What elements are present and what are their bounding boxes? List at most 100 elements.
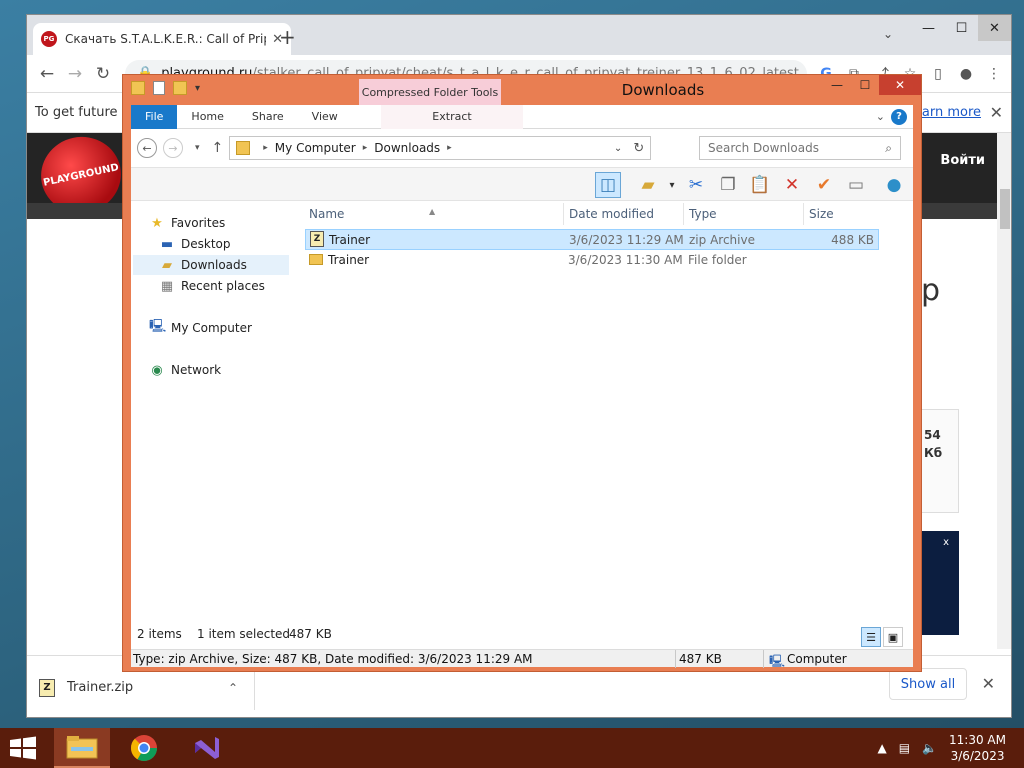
nav-favorites[interactable]: ★ Favorites [149,213,225,233]
up-arrow-icon[interactable]: ↑ [212,140,224,156]
selection-size: 487 KB [289,627,332,641]
nav-my-computer[interactable]: 🖳 My Computer [149,318,252,338]
paste-icon[interactable]: 📋 [747,172,773,198]
properties-folder-icon[interactable]: ▰ [635,172,661,198]
column-headers: ▲ Name Date modified Type Size [301,201,883,227]
minimize-icon[interactable]: — [823,75,851,95]
item-count: 2 items [137,627,182,641]
tab-search-chevron-icon[interactable]: ⌄ [883,27,893,41]
taskbar-visual-studio[interactable] [178,728,234,768]
close-icon[interactable]: ✕ [879,75,921,95]
nav-downloads[interactable]: ▰ Downloads [133,255,289,275]
tray-overflow-icon[interactable]: ▲ [878,741,887,755]
clock-date: 3/6/2023 [950,749,1005,763]
breadcrumb-my-computer[interactable]: My Computer [275,141,356,155]
search-input[interactable] [708,141,886,155]
breadcrumb-separator-icon[interactable]: ▸ [363,143,368,153]
tab-share[interactable]: Share [238,105,298,129]
large-icons-view-icon[interactable]: ▣ [883,627,903,647]
login-link[interactable]: Войти [940,153,985,168]
new-tab-icon[interactable]: + [279,25,296,49]
refresh-icon[interactable]: ↻ [633,141,644,156]
table-row[interactable]: Z Trainer 3/6/2023 11:29 AM zip Archive … [305,229,879,250]
customize-chevron-icon[interactable]: ▾ [195,83,200,94]
address-dropdown-icon[interactable]: ⌄ [614,143,622,154]
copy-icon[interactable]: ❐ [715,172,741,198]
tab-extract[interactable]: Extract [381,104,523,129]
nav-label: My Computer [171,321,252,335]
scroll-thumb[interactable] [1000,189,1010,229]
breadcrumb-separator-icon[interactable]: ▸ [263,143,268,153]
explorer-titlebar[interactable]: ▾ Compressed Folder Tools Downloads — ☐ … [123,75,921,105]
checkmark-icon[interactable]: ✔ [811,172,837,198]
back-icon[interactable]: ← [137,138,157,158]
show-all-button[interactable]: Show all [889,668,967,700]
breadcrumb-downloads[interactable]: Downloads [374,141,440,155]
new-folder-icon[interactable] [173,81,187,95]
preview-pane-icon[interactable]: ◫ [595,172,621,198]
nav-desktop[interactable]: ▬ Desktop [159,234,231,254]
downloads-close-icon[interactable]: ✕ [982,674,995,693]
nav-recent-places[interactable]: ▦ Recent places [159,276,265,296]
explorer-window-controls: — ☐ ✕ [823,75,921,95]
file-type: zip Archive [689,233,755,247]
windows-start-icon[interactable] [8,736,38,760]
help-icon[interactable]: ? [891,108,907,125]
rename-icon[interactable]: ▭ [843,172,869,198]
minimize-icon[interactable]: — [912,15,945,41]
volume-icon[interactable]: 🔈 [922,741,937,755]
search-box[interactable]: ⌕ [699,136,901,160]
explorer-window: ▾ Compressed Folder Tools Downloads — ☐ … [122,74,922,672]
chrome-tab[interactable]: PG Скачать S.T.A.L.K.E.R.: Call of Pripy… [33,23,291,55]
menu-dots-icon[interactable]: ⋮ [983,66,1005,82]
taskbar-chrome[interactable] [116,728,172,768]
download-name: Trainer.zip [67,680,134,695]
file-type: File folder [688,253,747,267]
cut-icon[interactable]: ✂ [683,172,709,198]
nav-network[interactable]: ◉ Network [149,360,221,380]
file-date: 3/6/2023 11:30 AM [568,253,683,267]
infobar-close-icon[interactable]: ✕ [990,103,1003,122]
tab-file[interactable]: File [131,104,178,129]
maximize-icon[interactable]: ☐ [851,75,879,95]
column-size[interactable]: Size [809,207,834,221]
forward-icon[interactable]: → [61,64,89,84]
ribbon-expand-chevron-icon[interactable]: ⌄ [876,110,885,123]
column-type[interactable]: Type [689,207,717,221]
search-icon[interactable]: ⌕ [885,141,892,156]
properties-icon[interactable] [153,81,165,95]
side-panel-icon[interactable]: ▯ [927,66,949,82]
column-date-modified[interactable]: Date modified [569,207,654,221]
taskbar-file-explorer[interactable] [54,728,110,768]
ad-close-icon[interactable]: x [943,537,949,548]
table-row[interactable]: Trainer 3/6/2023 11:30 AM File folder [305,250,879,271]
network-status-icon[interactable]: ▤ [899,741,910,755]
close-icon[interactable]: ✕ [978,15,1011,41]
item-status: 2 items 1 item selected 487 KB ☰ ▣ [131,621,913,647]
back-icon[interactable]: ← [33,64,61,84]
properties-chevron-icon[interactable]: ▾ [659,172,685,198]
column-name[interactable]: Name [309,207,344,221]
details-view-icon[interactable]: ☰ [861,627,881,647]
download-item[interactable]: Z Trainer.zip ⌃ [39,665,255,710]
vertical-scrollbar[interactable] [997,133,1011,649]
forward-icon[interactable]: → [163,138,183,158]
reload-icon[interactable]: ↻ [89,64,117,84]
breadcrumb-separator-icon[interactable]: ▸ [447,143,452,153]
details-size: 487 KB [679,652,722,666]
maximize-icon[interactable]: ☐ [945,15,978,41]
compressed-folder-tools-tab[interactable]: Compressed Folder Tools [359,79,501,105]
tab-home[interactable]: Home [177,105,237,129]
globe-icon[interactable]: ● [881,172,907,198]
profile-avatar-icon[interactable]: ● [955,66,977,82]
details-status-bar: Type: zip Archive, Size: 487 KB, Date mo… [131,649,913,668]
tab-view[interactable]: View [298,105,352,129]
chevron-up-icon[interactable]: ⌃ [228,681,238,695]
delete-icon[interactable]: ✕ [779,172,805,198]
chrome-tab-strip: PG Скачать S.T.A.L.K.E.R.: Call of Pripy… [27,15,1011,55]
address-bar[interactable]: ▸ My Computer ▸ Downloads ▸ ⌄ ↻ [229,136,652,160]
clock[interactable]: 11:30 AM 3/6/2023 [949,732,1006,764]
quick-access-toolbar: ▾ [131,81,200,95]
star-icon: ★ [151,215,163,231]
recent-locations-chevron-icon[interactable]: ▾ [195,143,200,153]
